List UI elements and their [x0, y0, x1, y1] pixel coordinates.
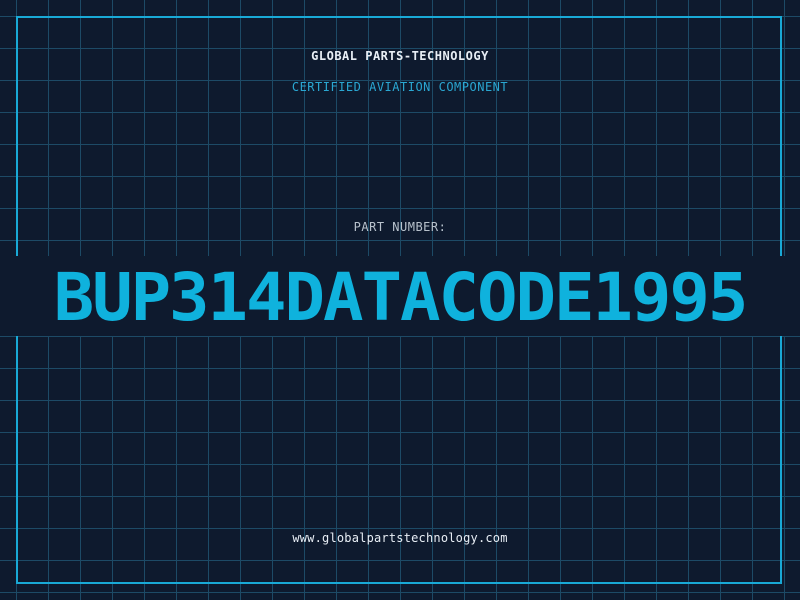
certification-subtitle: CERTIFIED AVIATION COMPONENT	[291, 80, 509, 94]
company-name: GLOBAL PARTS-TECHNOLOGY	[311, 49, 489, 63]
part-number-value: BUP314DATACODE1995	[53, 259, 749, 336]
website-url[interactable]: www.globalpartstechnology.com	[0, 531, 800, 545]
part-number-label: PART NUMBER:	[353, 220, 447, 234]
certificate-card: GLOBAL PARTS-TECHNOLOGY CERTIFIED AVIATI…	[0, 0, 800, 600]
